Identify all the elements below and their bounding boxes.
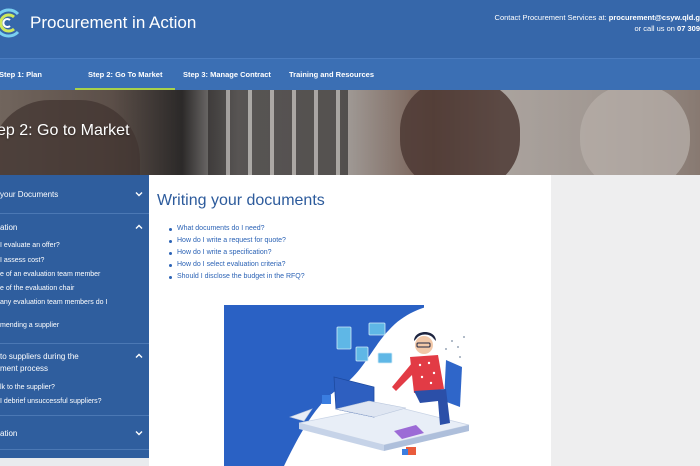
hero-title: ep 2: Go to Market [0,122,130,139]
contact-email-link[interactable]: procurement@csyw.qld.g [609,13,700,22]
toc-link[interactable]: How do I write a request for quote? [169,235,305,247]
chevron-up-icon[interactable] [135,352,143,360]
main-content: Writing your documents What documents do… [149,175,551,466]
sidebar-section-negotiation[interactable]: ation [0,416,149,450]
sidebar-section-label: to suppliers during the [0,352,79,361]
sidebar: your Documents ation I evaluate an offer… [0,175,149,458]
sidebar-link[interactable]: mending a supplier [0,322,59,329]
sidebar-link[interactable]: e of an evaluation team member [0,271,100,278]
nav-item-training-resources[interactable]: Training and Resources [289,59,374,91]
contact-prefix: Contact Procurement Services at: [494,13,609,22]
contact-phone[interactable]: 07 309 [677,24,700,33]
sidebar-link[interactable]: I evaluate an offer? [0,242,60,249]
sidebar-section-documents[interactable]: your Documents [0,175,149,214]
nav-item-step2-go-to-market[interactable]: Step 2: Go To Market [74,59,177,91]
page: Procurement in Action Contact Procuremen… [0,0,700,466]
page-title: Writing your documents [157,192,325,209]
chevron-up-icon[interactable] [135,223,143,231]
toc-link[interactable]: How do I write a specification? [169,247,305,259]
sidebar-link[interactable]: I assess cost? [0,257,44,264]
hero-banner: ep 2: Go to Market [0,90,700,175]
circular-c-logo-icon[interactable] [0,6,24,40]
toc-link[interactable]: Should I disclose the budget in the RFQ? [169,271,305,283]
toc-link[interactable]: How do I select evaluation criteria? [169,259,305,271]
chevron-down-icon[interactable] [135,429,143,437]
sidebar-section-label: ation [0,429,18,438]
sidebar-section-label: ation [0,223,18,232]
writing-documents-illustration [224,305,474,466]
sidebar-link[interactable]: e of the evaluation chair [0,285,74,292]
sidebar-bottom-space [0,458,149,466]
sidebar-link[interactable]: I debrief unsuccessful suppliers? [0,398,102,405]
toc-link[interactable]: What documents do I need? [169,223,305,235]
sidebar-section-label: your Documents [0,190,59,199]
sidebar-link[interactable]: any evaluation team members do I [0,299,107,306]
nav-item-step1-plan[interactable]: Step 1: Plan [0,59,42,91]
right-panel [551,175,700,466]
chevron-down-icon[interactable] [135,190,143,198]
nav-item-step3-manage-contract[interactable]: Step 3: Manage Contract [183,59,271,91]
sidebar-section-talk-to-suppliers[interactable]: to suppliers during the ment process [0,344,149,384]
site-title[interactable]: Procurement in Action [30,13,196,33]
site-header: Procurement in Action Contact Procuremen… [0,0,700,58]
contact-info: Contact Procurement Services at: procure… [495,12,700,34]
main-nav: Step 1: Plan Step 2: Go To Market Step 3… [0,58,700,91]
sidebar-link[interactable]: lk to the supplier? [0,384,55,391]
contact-line2-prefix: or call us on [634,24,678,33]
sidebar-section-label-line2: ment process [0,364,49,373]
in-page-links: What documents do I need? How do I write… [169,223,305,283]
